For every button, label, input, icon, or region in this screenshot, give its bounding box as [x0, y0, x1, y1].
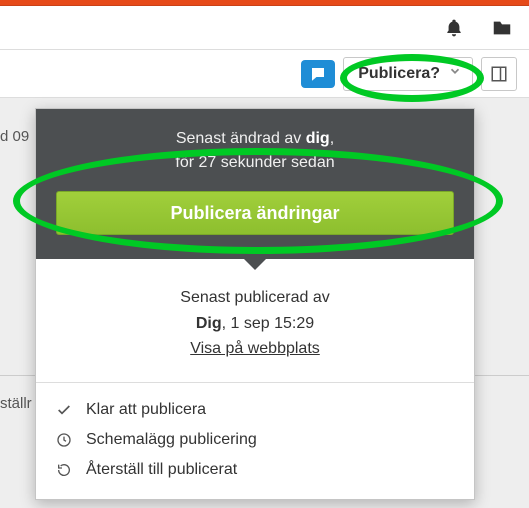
publish-changes-button[interactable]: Publicera ändringar	[56, 191, 454, 235]
publish-dropdown[interactable]: Publicera?	[343, 57, 473, 91]
last-modified-user: dig	[306, 130, 330, 147]
bell-icon[interactable]	[441, 15, 467, 41]
option-ready-to-publish[interactable]: Klar att publicera	[46, 395, 464, 425]
last-published-user: Dig	[196, 315, 222, 332]
check-icon	[54, 402, 74, 418]
publish-dropdown-label: Publicera?	[358, 65, 440, 83]
option-schedule-publish[interactable]: Schemalägg publicering	[46, 425, 464, 455]
last-modified-text: Senast ändrad av dig, för 27 sekunder se…	[56, 127, 454, 175]
layout-toggle-button[interactable]	[481, 57, 517, 91]
cropped-text-fragment: ställr	[0, 395, 32, 412]
cropped-text-fragment: d 09	[0, 128, 29, 145]
option-schedule-label: Schemalägg publicering	[86, 431, 257, 449]
folder-icon[interactable]	[489, 15, 515, 41]
chat-icon[interactable]	[301, 60, 335, 88]
last-modified-suffix: ,	[330, 130, 334, 147]
last-modified-time: för 27 sekunder sedan	[175, 154, 334, 171]
popover-arrow-icon	[243, 258, 267, 270]
revert-icon	[54, 462, 74, 478]
clock-icon	[54, 432, 74, 448]
option-ready-label: Klar att publicera	[86, 401, 206, 419]
last-modified-prefix: Senast ändrad av	[176, 130, 306, 147]
top-icon-bar	[0, 6, 529, 50]
option-revert-publish[interactable]: Återställ till publicerat	[46, 455, 464, 485]
secondary-toolbar: Publicera?	[0, 50, 529, 98]
popover-published-info: Senast publicerad av Dig, 1 sep 15:29 Vi…	[36, 259, 474, 382]
last-published-time: , 1 sep 15:29	[222, 315, 315, 332]
view-on-website-link[interactable]: Visa på webbplats	[190, 340, 320, 357]
last-published-detail: Dig, 1 sep 15:29	[56, 311, 454, 337]
popover-options-list: Klar att publicera Schemalägg publicerin…	[36, 383, 474, 499]
option-revert-label: Återställ till publicerat	[86, 461, 237, 479]
publish-popover: Senast ändrad av dig, för 27 sekunder se…	[35, 108, 475, 500]
last-published-label: Senast publicerad av	[56, 285, 454, 311]
popover-header: Senast ändrad av dig, för 27 sekunder se…	[36, 109, 474, 259]
chevron-down-icon	[448, 64, 462, 83]
